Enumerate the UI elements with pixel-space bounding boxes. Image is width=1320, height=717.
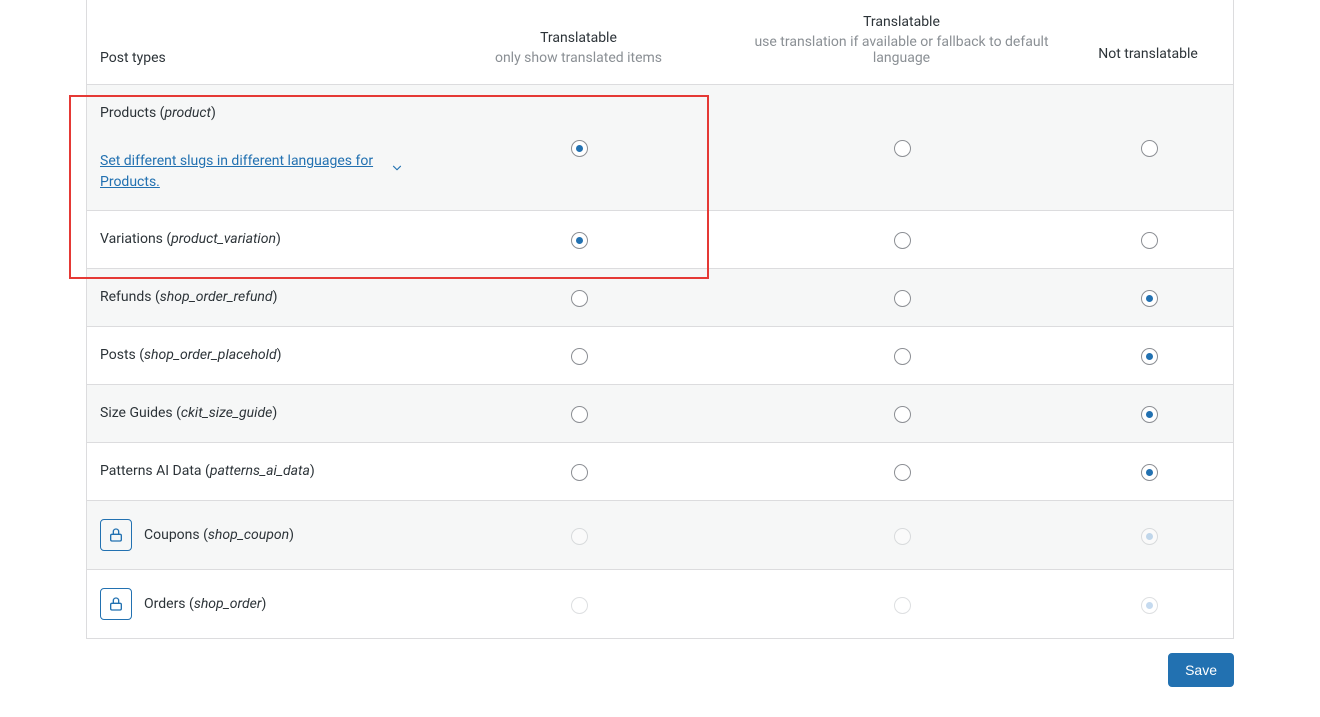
translation-option-radio (571, 528, 588, 545)
post-type-slug: patterns_ai_data (210, 463, 310, 479)
set-slug-link[interactable]: Set different slugs in different languag… (100, 151, 404, 192)
table-row: Patterns AI Data (patterns_ai_data) (87, 443, 1233, 501)
translation-option-radio[interactable] (1141, 232, 1158, 249)
translation-option-radio[interactable] (894, 290, 911, 307)
table-row: Posts (shop_order_placehold) (87, 327, 1233, 385)
table-body: Products (product) Set different slugs in… (87, 85, 1233, 638)
lock-icon (100, 519, 132, 551)
table-row: Refunds (shop_order_refund) (87, 269, 1233, 327)
radio-cell (1063, 119, 1233, 175)
radio-cell (417, 269, 740, 325)
radio-cell (740, 119, 1063, 175)
radio-cell (417, 507, 740, 563)
radio-cell (417, 327, 740, 383)
translation-option-radio[interactable] (571, 348, 588, 365)
radio-cell (417, 443, 740, 499)
translation-option-radio[interactable] (571, 464, 588, 481)
radio-cell (740, 507, 1063, 563)
radio-cell (740, 269, 1063, 325)
translation-option-radio[interactable] (1141, 464, 1158, 481)
post-type-name-cell: Coupons (shop_coupon) (87, 501, 417, 569)
table-row: Orders (shop_order) (87, 570, 1233, 638)
column-header-translatable-fallback: Translatable use translation if availabl… (740, 0, 1063, 84)
translation-option-radio[interactable] (571, 232, 588, 249)
table-row: Size Guides (ckit_size_guide) (87, 385, 1233, 443)
post-type-label: Patterns AI Data (patterns_ai_data) (100, 463, 315, 479)
translation-option-radio[interactable] (894, 140, 911, 157)
post-type-label: Size Guides (ckit_size_guide) (100, 405, 277, 421)
radio-cell (1063, 211, 1233, 267)
column-header-post-types: Post types (87, 28, 417, 84)
radio-cell (740, 385, 1063, 441)
post-type-name-cell: Posts (shop_order_placehold) (87, 327, 417, 383)
translation-option-radio[interactable] (1141, 290, 1158, 307)
post-type-slug: ckit_size_guide (181, 405, 272, 421)
radio-cell (417, 119, 740, 175)
chevron-down-icon (390, 161, 404, 181)
post-type-name-cell: Size Guides (ckit_size_guide) (87, 385, 417, 441)
translation-option-radio[interactable] (1141, 140, 1158, 157)
post-type-slug: shop_order_refund (160, 289, 273, 305)
post-type-slug: shop_coupon (208, 527, 289, 543)
translation-option-radio[interactable] (1141, 348, 1158, 365)
translation-option-radio[interactable] (894, 464, 911, 481)
post-type-slug: shop_order_placehold (144, 347, 277, 363)
lock-icon (100, 588, 132, 620)
radio-cell (1063, 507, 1233, 563)
table-header-row: Post types Translatable only show transl… (87, 0, 1233, 85)
radio-cell (740, 327, 1063, 383)
table-row: Products (product) Set different slugs in… (87, 85, 1233, 211)
post-types-settings-table: Post types Translatable only show transl… (86, 0, 1234, 639)
radio-cell (740, 576, 1063, 632)
post-type-label: Products (product) (100, 105, 216, 121)
translation-option-radio (894, 528, 911, 545)
radio-cell (740, 443, 1063, 499)
post-type-name-cell: Orders (shop_order) (87, 570, 417, 638)
translation-option-radio[interactable] (894, 406, 911, 423)
translation-option-radio[interactable] (894, 232, 911, 249)
radio-cell (1063, 269, 1233, 325)
column-header-not-translatable: Not translatable (1063, 32, 1233, 84)
radio-cell (1063, 443, 1233, 499)
translation-option-radio (571, 597, 588, 614)
post-type-slug: shop_order (194, 596, 262, 612)
post-type-name-cell: Products (product) Set different slugs in… (87, 85, 417, 210)
post-type-slug: product (164, 105, 211, 121)
post-type-label: Refunds (shop_order_refund) (100, 289, 277, 305)
radio-cell (417, 211, 740, 267)
radio-cell (1063, 385, 1233, 441)
table-row: Variations (product_variation) (87, 211, 1233, 269)
translation-option-radio[interactable] (571, 140, 588, 157)
radio-cell (740, 211, 1063, 267)
radio-cell (417, 385, 740, 441)
translation-option-radio[interactable] (571, 290, 588, 307)
radio-cell (1063, 327, 1233, 383)
post-type-name-cell: Variations (product_variation) (87, 211, 417, 267)
post-type-name-cell: Refunds (shop_order_refund) (87, 269, 417, 325)
table-row: Coupons (shop_coupon) (87, 501, 1233, 570)
translation-option-radio[interactable] (571, 406, 588, 423)
radio-cell (417, 576, 740, 632)
radio-cell (1063, 576, 1233, 632)
post-type-slug: product_variation (171, 231, 276, 247)
post-type-label: Variations (product_variation) (100, 231, 281, 247)
post-type-label: Orders (shop_order) (144, 594, 266, 614)
translation-option-radio (1141, 528, 1158, 545)
translation-option-radio[interactable] (1141, 406, 1158, 423)
post-type-name-cell: Patterns AI Data (patterns_ai_data) (87, 443, 417, 499)
post-type-label: Coupons (shop_coupon) (144, 525, 294, 545)
column-header-translatable-only: Translatable only show translated items (417, 16, 740, 84)
translation-option-radio (1141, 597, 1158, 614)
save-button[interactable]: Save (1168, 653, 1234, 687)
translation-option-radio (894, 597, 911, 614)
translation-option-radio[interactable] (894, 348, 911, 365)
post-type-label: Posts (shop_order_placehold) (100, 347, 282, 363)
